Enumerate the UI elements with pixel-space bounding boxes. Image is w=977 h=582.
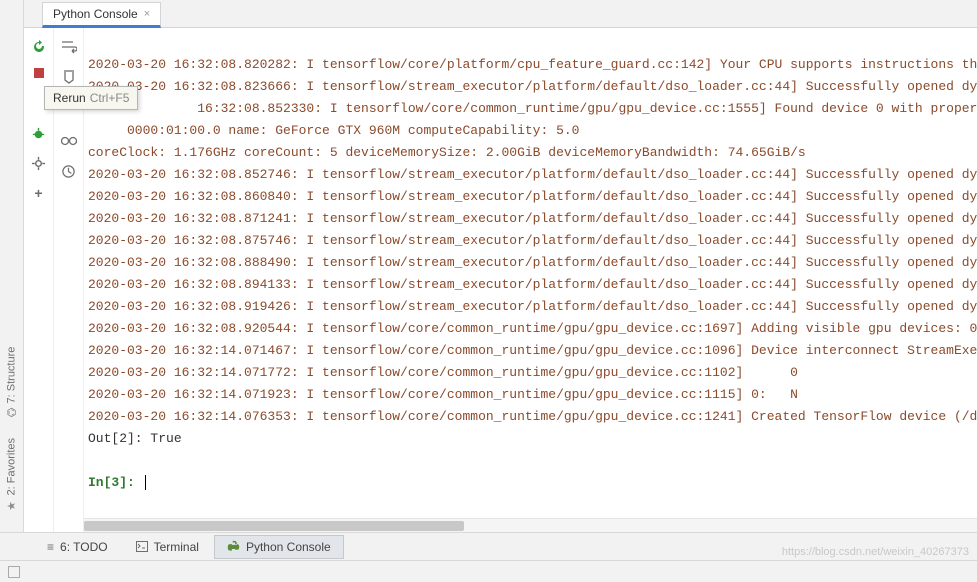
status-bar [0,560,977,582]
watermark: https://blog.csdn.net/weixin_40267373 [782,546,969,558]
plus-icon[interactable]: + [30,184,48,202]
scrollbar-thumb[interactable] [84,521,464,531]
log-line: 2020-03-20 16:32:08.852746: I tensorflow… [88,167,977,182]
python-console-tool-button[interactable]: Python Console [214,535,344,559]
log-line: 2020-03-20 16:32:08.820282: I tensorflow… [88,57,977,72]
log-line: 2020-03-20 16:32:14.076353: I tensorflow… [88,409,977,424]
list-icon: ≡ [47,540,54,554]
python-icon [227,540,240,553]
log-line: 2020-03-20 16:32:08.875746: I tensorflow… [88,233,977,248]
status-indicator-icon[interactable] [8,566,20,578]
scroll-to-end-icon[interactable] [60,68,78,86]
log-line: 2020-03-20 16:32:08.823666: I tensorflow… [88,79,977,94]
soft-wrap-icon[interactable] [60,38,78,56]
todo-tool-button[interactable]: ≡ 6: TODO [34,535,121,559]
log-line: 2020-03-20 16:32:14.071923: I tensorflow… [88,387,798,402]
console-output[interactable]: 2020-03-20 16:32:08.820282: I tensorflow… [84,28,977,532]
log-line: 2020-03-20 16:32:08.871241: I tensorflow… [88,211,977,226]
tab-title: Python Console [53,7,138,21]
log-line: 2020-03-20 16:32:08.894133: I tensorflow… [88,277,977,292]
tab-bar: Python Console × [24,0,977,28]
log-line: coreClock: 1.176GHz coreCount: 5 deviceM… [88,145,806,160]
horizontal-scrollbar[interactable] [84,518,977,532]
structure-label: 7: Structure [6,347,18,404]
rerun-icon[interactable] [30,38,48,56]
todo-label: 6: TODO [60,540,108,554]
rerun-tooltip: Rerun Ctrl+F5 [44,86,138,110]
tooltip-shortcut: Ctrl+F5 [90,91,130,105]
history-icon[interactable] [60,162,78,180]
close-icon[interactable]: × [144,8,150,20]
bug-icon[interactable] [30,124,48,142]
log-line: 2020-03-20 16:32:08.888490: I tensorflow… [88,255,977,270]
log-line: 16:32:08.852330: I tensorflow/core/commo… [88,101,977,116]
structure-icon: ⌬ [7,406,17,419]
terminal-tool-button[interactable]: Terminal [123,535,212,559]
stop-icon[interactable] [34,68,44,78]
tooltip-label: Rerun [53,91,86,105]
variables-icon[interactable] [60,132,78,150]
in-prompt[interactable]: In[3]: [88,475,143,490]
terminal-icon [136,541,148,552]
log-line: 2020-03-20 16:32:14.071772: I tensorflow… [88,365,798,380]
log-line: 2020-03-20 16:32:14.071467: I tensorflow… [88,343,977,358]
favorites-label: 2: Favorites [6,438,18,495]
gear-icon[interactable] [30,154,48,172]
log-line: 2020-03-20 16:32:08.919426: I tensorflow… [88,299,977,314]
left-tool-rail: ⌬ 7: Structure ★ 2: Favorites [0,0,24,532]
favorites-tool-button[interactable]: ★ 2: Favorites [5,438,18,512]
text-cursor [145,475,146,490]
log-line: 0000:01:00.0 name: GeForce GTX 960M comp… [88,123,579,138]
terminal-label: Terminal [154,540,199,554]
star-icon: ★ [5,499,18,512]
out-cell: Out[2]: True [88,431,182,446]
tab-python-console[interactable]: Python Console × [42,2,161,28]
python-console-label: Python Console [246,540,331,554]
structure-tool-button[interactable]: ⌬ 7: Structure [5,347,18,417]
log-line: 2020-03-20 16:32:08.860840: I tensorflow… [88,189,977,204]
log-line: 2020-03-20 16:32:08.920544: I tensorflow… [88,321,977,336]
